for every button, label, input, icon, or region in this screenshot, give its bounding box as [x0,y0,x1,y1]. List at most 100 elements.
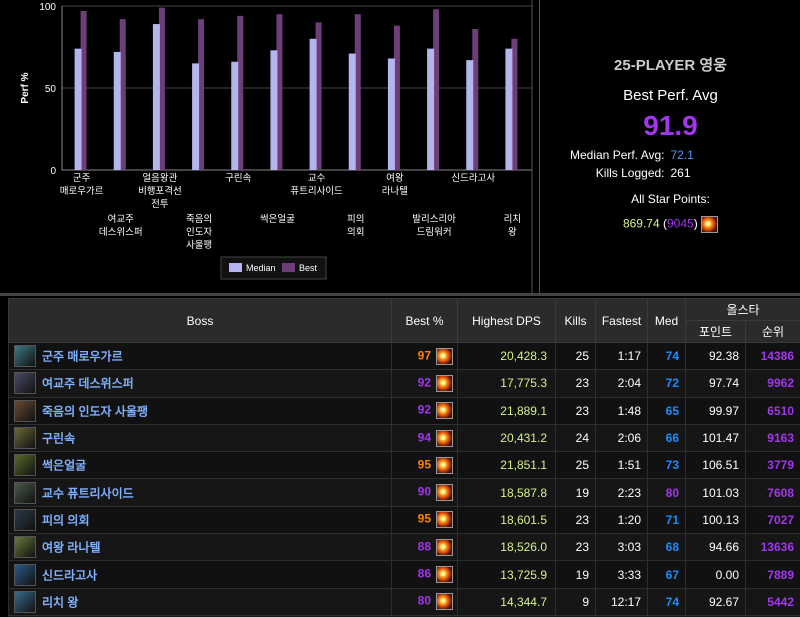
table-row[interactable]: 피의 의회 95 18,601.5 23 1:20 71 100.13 7027 [8,505,800,535]
boss-portrait-icon [14,427,36,450]
allstar-rank-cell: 14386 [745,341,800,371]
x-category-label: 의회 [347,227,364,238]
allstar-points-cell: 106.51 [685,451,746,480]
bar-median [270,50,278,170]
boss-name-link[interactable]: 군주 매로우가르 [42,350,123,364]
kills-count: 25 [555,451,596,480]
table-row[interactable]: 군주 매로우가르 97 20,428.3 25 1:17 74 92.38 14386 [8,341,800,371]
boss-cell[interactable]: 신드라고사 [8,560,392,589]
median-percent: 68 [647,533,686,562]
allstar-points-cell: 101.47 [685,423,746,453]
boss-portrait-icon [14,372,36,395]
table-row[interactable]: 죽음의 인도자 사울팽 92 21,889.1 23 1:48 65 99.97 6510 [8,396,800,425]
boss-cell[interactable]: 군주 매로우가르 [8,341,392,371]
boss-cell[interactable]: 구린속 [8,423,392,453]
y-tick-label: 50 [45,84,57,95]
highest-dps: 13,725.9 [457,560,556,589]
bar-chart: 0 50 100 Perf % 군주매로우가르여교주데스위스퍼 얼음왕관비행포격선전투죽음… [20,0,533,293]
x-category-label: 신드라고사 [451,173,495,184]
x-category-label: 교수 [308,173,326,184]
col-rank[interactable]: 순위 [745,320,800,343]
boss-cell[interactable]: 여왕 라나텔 [8,533,392,562]
x-category-label: 전투 [151,199,169,210]
boss-name-link[interactable]: 리치 왕 [42,595,78,609]
legend-swatch-median [229,263,242,272]
col-highest-dps[interactable]: Highest DPS [457,298,556,343]
boss-cell[interactable]: 썩은얼굴 [8,451,392,480]
bar-median [466,60,474,171]
fire-spec-icon[interactable] [436,566,453,584]
boss-name-link[interactable]: 여왕 라나텔 [42,541,101,555]
table-row[interactable]: 여왕 라나텔 88 18,526.0 23 3:03 68 94.66 13636 [8,533,800,562]
kills-logged-label: Kills Logged: [595,166,665,180]
bar-median [309,38,317,170]
y-tick-label: 0 [50,166,56,177]
boss-portrait-icon [14,508,36,531]
boss-name-link[interactable]: 구린속 [42,432,75,446]
fire-spec-icon[interactable] [436,374,453,392]
col-points[interactable]: 포인트 [685,320,746,343]
col-kills[interactable]: Kills [555,298,596,343]
boss-name-link[interactable]: 신드라고사 [42,568,97,582]
col-med[interactable]: Med [647,298,686,343]
table-row[interactable]: 신드라고사 86 13,725.9 19 3:33 67 0.00 7889 [8,560,800,589]
best-percent: 80 [417,593,431,608]
boss-cell[interactable]: 죽음의 인도자 사울팽 [8,396,392,425]
boss-name-link[interactable]: 교수 퓨트리사이드 [42,486,134,500]
boss-name-link[interactable]: 피의 의회 [42,513,90,527]
x-category-label: 인도자 [186,227,212,238]
stats-panel: 25-PLAYER 영웅 Best Perf. Avg 91.9 Median … [541,0,800,293]
x-category-label: 드림워커 [417,226,452,238]
boss-name-link[interactable]: 죽음의 인도자 사울팽 [42,404,148,418]
fire-spec-icon[interactable] [436,484,453,502]
col-allstar: 올스타 [685,298,800,321]
boss-portrait-icon [14,481,36,504]
table-row[interactable]: 구린속 94 20,431.2 24 2:06 66 101.47 9163 [8,423,800,453]
best-cell: 90 [391,478,458,507]
kills-count: 23 [555,396,596,425]
boss-portrait-icon [14,399,36,422]
x-category-label: 군주 [73,173,91,184]
bar-median [505,48,513,170]
kills-count: 25 [555,341,596,371]
col-fastest[interactable]: Fastest [595,298,648,343]
boss-name-link[interactable]: 여교주 데스위스퍼 [42,377,134,391]
highest-dps: 21,889.1 [457,396,556,425]
median-perf-value: 72.1 [670,148,694,162]
fastest-time: 1:20 [595,505,648,535]
bar-median [192,63,200,170]
col-boss[interactable]: Boss [8,298,392,343]
fire-spec-icon[interactable] [436,538,453,556]
fire-spec-icon[interactable] [436,456,453,474]
fire-spec-icon[interactable] [436,593,453,611]
best-percent: 88 [417,539,431,554]
boss-cell[interactable]: 교수 퓨트리사이드 [8,478,392,507]
fire-spec-icon[interactable] [436,511,453,529]
boss-portrait-icon [14,345,36,368]
x-category-label: 구린속 [225,173,251,184]
best-cell: 88 [391,533,458,562]
table-row[interactable]: 교수 퓨트리사이드 90 18,587.8 19 2:23 80 101.03 7608 [8,478,800,507]
allstar-points-cell: 92.67 [685,587,746,616]
best-cell: 94 [391,423,458,453]
difficulty-title: 25-PLAYER 영웅 [614,57,727,74]
fire-spec-icon[interactable] [436,347,453,365]
boss-cell[interactable]: 여교주 데스위스퍼 [8,369,392,398]
col-best[interactable]: Best % [391,298,458,343]
table-row[interactable]: 여교주 데스위스퍼 92 17,775.3 23 2:04 72 97.74 9962 [8,369,800,398]
boss-cell[interactable]: 피의 의회 [8,505,392,535]
bar-median [348,53,356,171]
median-percent: 73 [647,451,686,480]
table-row[interactable]: 리치 왕 80 14,344.7 9 12:17 74 92.67 5442 [8,587,800,616]
allstar-points-cell: 97.74 [685,369,746,398]
best-cell: 86 [391,560,458,589]
fire-spec-icon[interactable] [436,402,453,420]
fire-spec-icon[interactable] [701,216,719,233]
kills-count: 24 [555,423,596,453]
allstar-rank-cell: 5442 [745,587,800,616]
boss-name-link[interactable]: 썩은얼굴 [42,459,86,473]
table-row[interactable]: 썩은얼굴 95 21,851.1 25 1:51 73 106.51 3779 [8,451,800,480]
fire-spec-icon[interactable] [436,429,453,447]
boss-cell[interactable]: 리치 왕 [8,587,392,616]
median-percent: 71 [647,505,686,535]
